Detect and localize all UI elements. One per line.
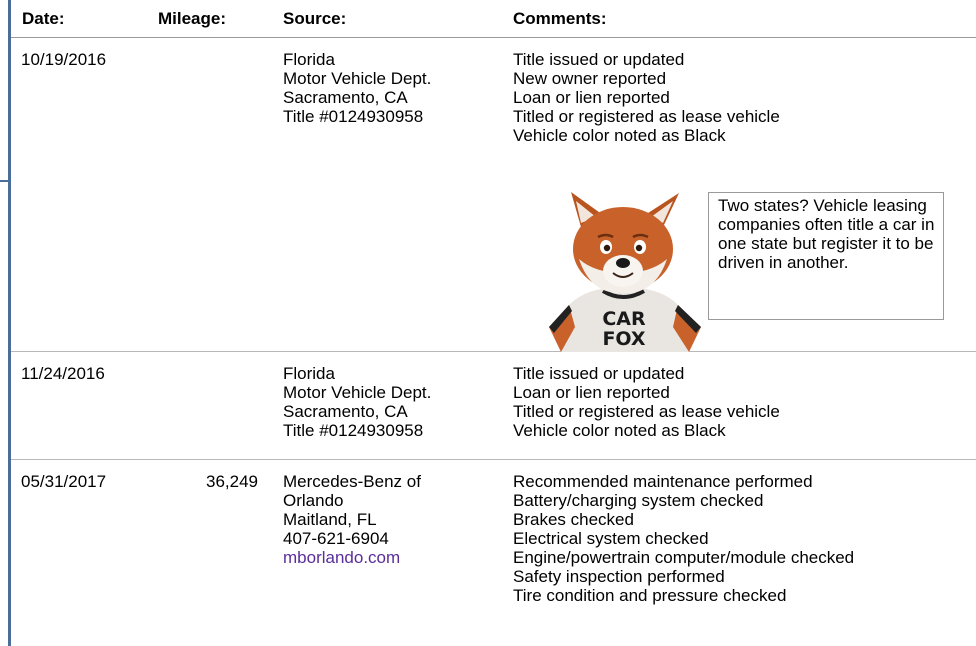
comment-line: Loan or lien reported [513, 383, 670, 402]
record-date: 11/24/2016 [21, 364, 105, 383]
record-comments: Title issued or updated New owner report… [513, 50, 973, 145]
source-line: Orlando [283, 491, 344, 510]
header-mileage: Mileage: [158, 9, 227, 28]
comment-line: Titled or registered as lease vehicle [513, 402, 780, 421]
source-line: Florida [283, 50, 335, 69]
comment-line: Vehicle color noted as Black [513, 421, 726, 440]
record-source: Mercedes-Benz of Orlando Maitland, FL 40… [283, 472, 508, 567]
comment-line: Safety inspection performed [513, 567, 725, 586]
carfox-callout-box: Two states? Vehicle leasing companies of… [708, 192, 944, 320]
source-line: Sacramento, CA [283, 88, 408, 107]
header-source: Source: [283, 9, 347, 28]
record-date: 05/31/2017 [21, 472, 107, 491]
table-row: 05/31/2017 36,249 Mercedes-Benz of Orlan… [11, 460, 976, 646]
source-line: Maitland, FL [283, 510, 377, 529]
record-mileage: 36,249 [206, 472, 258, 491]
comment-line: Tire condition and pressure checked [513, 586, 787, 605]
comment-line: New owner reported [513, 69, 667, 88]
comment-line: Vehicle color noted as Black [513, 126, 726, 145]
dealer-website-link[interactable]: mborlando.com [283, 548, 508, 567]
left-margin-tick [0, 180, 8, 182]
table-row: 11/24/2016 Florida Motor Vehicle Dept. S… [11, 352, 976, 460]
source-line: 407-621-6904 [283, 529, 389, 548]
source-line: Title #0124930958 [283, 421, 424, 440]
record-source: Florida Motor Vehicle Dept. Sacramento, … [283, 364, 508, 440]
record-date: 10/19/2016 [21, 50, 107, 69]
source-line: Mercedes-Benz of [283, 472, 421, 491]
source-line: Sacramento, CA [283, 402, 408, 421]
fox-nose [616, 258, 630, 268]
comment-line: Battery/charging system checked [513, 491, 764, 510]
comment-line: Loan or lien reported [513, 88, 670, 107]
table-header: Date: Mileage: Source: Comments: [11, 0, 976, 38]
vehicle-history-page: Date: Mileage: Source: Comments: 10/19/2… [0, 0, 976, 646]
comment-line: Titled or registered as lease vehicle [513, 107, 780, 126]
source-line: Motor Vehicle Dept. [283, 69, 432, 88]
comment-line: Electrical system checked [513, 529, 709, 548]
fox-shirt-text-line-2: FOX [602, 328, 645, 350]
table-row: 10/19/2016 Florida Motor Vehicle Dept. S… [11, 38, 976, 352]
record-comments: Title issued or updated Loan or lien rep… [513, 364, 973, 440]
fox-pupil-left [603, 244, 611, 252]
source-line: Florida [283, 364, 335, 383]
comment-line: Title issued or updated [513, 364, 685, 383]
comment-line: Brakes checked [513, 510, 634, 529]
record-comments: Recommended maintenance performed Batter… [513, 472, 973, 605]
source-line: Title #0124930958 [283, 107, 424, 126]
header-date: Date: [22, 9, 65, 28]
fox-pupil-right [635, 244, 643, 252]
comment-line: Engine/powertrain computer/module checke… [513, 548, 855, 567]
comment-line: Recommended maintenance performed [513, 472, 813, 491]
header-comments: Comments: [513, 9, 607, 28]
source-line: Motor Vehicle Dept. [283, 383, 432, 402]
fox-shirt-text-line-1: CAR [602, 308, 646, 330]
carfox-mascot-image: CAR FOX [549, 192, 701, 352]
record-source: Florida Motor Vehicle Dept. Sacramento, … [283, 50, 508, 126]
comment-line: Title issued or updated [513, 50, 685, 69]
